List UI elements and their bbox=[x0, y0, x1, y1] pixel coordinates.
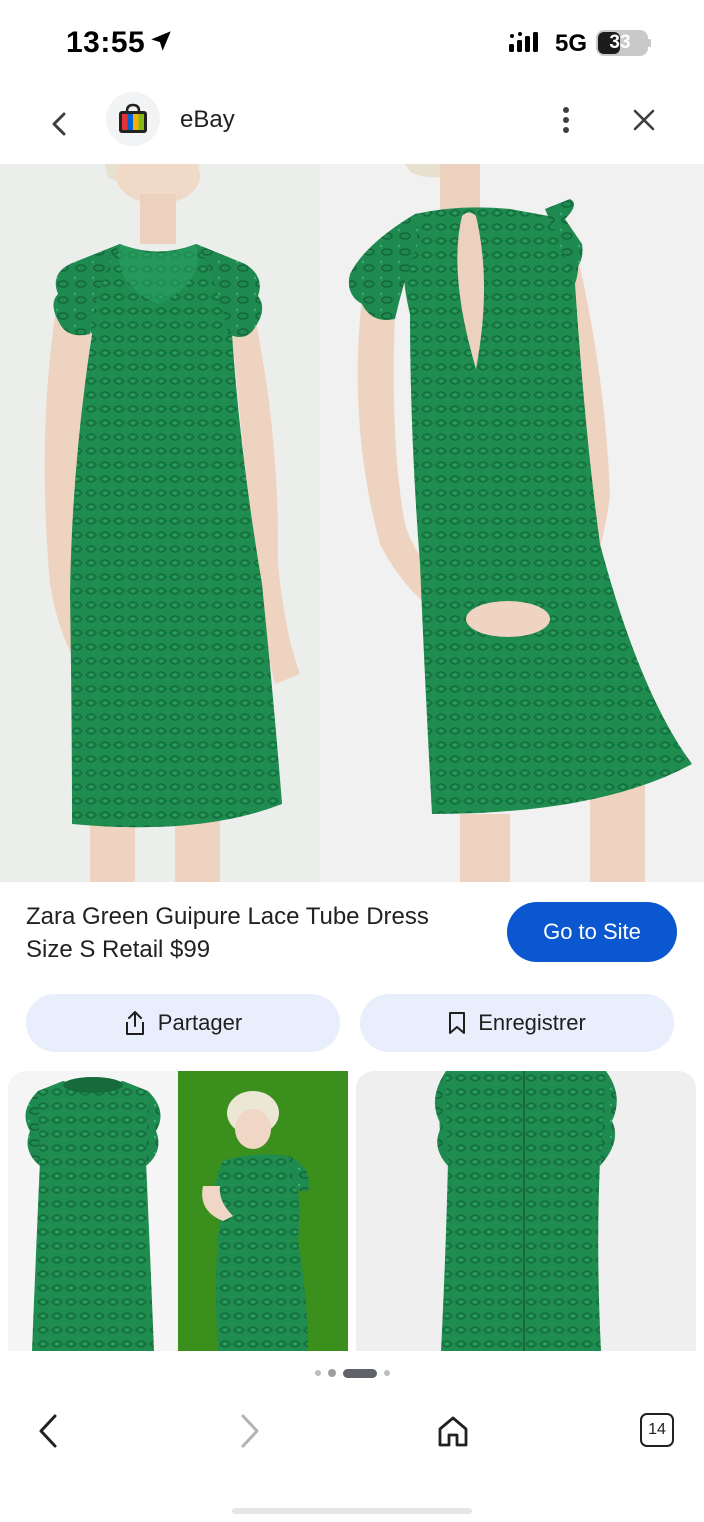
pager-dot[interactable] bbox=[314, 1370, 321, 1376]
chevron-right-icon bbox=[241, 1414, 259, 1448]
location-arrow-icon bbox=[151, 31, 171, 51]
battery-icon: 33 bbox=[596, 30, 648, 56]
battery-level: 33 bbox=[609, 32, 631, 53]
share-label: Partager bbox=[157, 1010, 243, 1035]
nav-forward-button[interactable] bbox=[230, 1408, 270, 1454]
network-type: 5G bbox=[555, 30, 588, 57]
status-bar: 13:55 5G 33 bbox=[0, 0, 704, 84]
dress-photo-illustration bbox=[0, 164, 704, 882]
pager-dot[interactable] bbox=[383, 1370, 390, 1376]
nav-back-button[interactable] bbox=[28, 1408, 68, 1454]
bottom-nav-bar: 14 bbox=[0, 1390, 704, 1480]
tab-count: 14 bbox=[648, 1421, 666, 1438]
home-icon bbox=[438, 1416, 468, 1447]
pager-dot-active[interactable] bbox=[342, 1368, 377, 1378]
cellular-signal-icon bbox=[509, 32, 538, 52]
more-vert-icon bbox=[563, 107, 569, 133]
home-indicator bbox=[232, 1508, 472, 1514]
save-label: Enregistrer bbox=[478, 1010, 586, 1035]
product-title[interactable]: Zara Green Guipure Lace Tube Dress Size … bbox=[26, 900, 466, 966]
close-button[interactable] bbox=[624, 100, 664, 140]
related-image-1[interactable] bbox=[8, 1071, 348, 1351]
related-dress-thumbnail bbox=[8, 1071, 348, 1351]
pager-dot[interactable] bbox=[327, 1369, 336, 1377]
header-bar: eBay bbox=[0, 84, 704, 164]
site-name[interactable]: eBay bbox=[180, 106, 235, 134]
share-button[interactable]: Partager bbox=[26, 994, 340, 1052]
more-options-button[interactable] bbox=[548, 100, 584, 140]
image-pager bbox=[0, 1367, 704, 1379]
close-icon bbox=[633, 109, 655, 131]
related-image-2[interactable] bbox=[356, 1071, 696, 1351]
chevron-left-icon bbox=[39, 1414, 57, 1448]
bookmark-icon bbox=[449, 1012, 466, 1034]
go-to-site-button[interactable]: Go to Site bbox=[507, 902, 677, 962]
product-main-image[interactable] bbox=[0, 164, 704, 882]
save-button[interactable]: Enregistrer bbox=[360, 994, 674, 1052]
related-dress-closeup bbox=[356, 1071, 696, 1351]
share-icon bbox=[125, 1011, 144, 1035]
battery-nub bbox=[648, 39, 651, 47]
status-time: 13:55 bbox=[66, 26, 146, 59]
chevron-left-icon bbox=[52, 112, 66, 136]
back-button[interactable] bbox=[40, 104, 80, 144]
shopping-bag-icon bbox=[119, 103, 147, 133]
ebay-logo[interactable] bbox=[106, 92, 160, 146]
nav-home-button[interactable] bbox=[432, 1410, 474, 1452]
tab-switcher-button[interactable]: 14 bbox=[640, 1413, 674, 1447]
